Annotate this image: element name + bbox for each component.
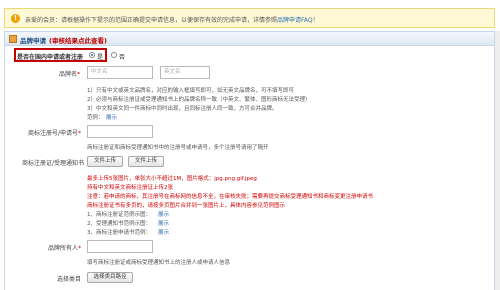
panel-header: 品牌申请 (审核结果点此查看): [5, 32, 494, 46]
brand-name-cn-input[interactable]: 中文名: [87, 66, 153, 79]
cert-example-3-label: 3、商标注册申请书范例：: [87, 230, 152, 236]
cert-label: 商标注册证/受理通知书: [22, 160, 85, 167]
brand-icon: [9, 35, 17, 43]
brand-name-hint-2: 2）必须与商标注册证或受理通知书上的品牌名称一致（中英文、繁体、图形商标无法受理…: [87, 97, 311, 103]
notice-bar: ! 亲爱的会员：请根据操作下提示的范围正确提交申请信息，以便保存有效的完成申请，…: [4, 8, 495, 28]
cert-example-2-link[interactable]: 展示: [158, 219, 169, 227]
domestic-yes-label: 是: [97, 54, 104, 61]
info-icon: !: [11, 14, 20, 23]
cert-hint-red-4: 商标注册证书有多页的，请按多页图片合并到一张图片上，具体内容参见范例图示: [87, 203, 286, 209]
reg-number-label: 商标注册号/申请号*: [27, 130, 81, 137]
reg-number-input[interactable]: [87, 125, 153, 138]
cert-example-1-link[interactable]: 展示: [158, 210, 169, 218]
domestic-no-radio[interactable]: [111, 52, 117, 58]
select-category-button[interactable]: 选择类目路径: [87, 272, 133, 283]
panel-title: 品牌申请: [20, 37, 46, 45]
brand-name-example-link[interactable]: 展示: [106, 113, 117, 121]
brand-name-hint-3: 3）中文和英文同一件商标中同时出现，且同标注册人同一致，方可合并品牌。: [87, 106, 278, 112]
cert-example-1-label: 1、商标注册证范例示图：: [87, 212, 152, 218]
brand-name-hint-1: 1）只有中文或英文品牌名，对应的输入框填写即可，如无英文品牌名，可不填写即可: [87, 88, 295, 94]
cert-hint-red-2: 持有中文和英文商标注册证上传2张: [87, 185, 174, 191]
cert-example-3-link[interactable]: 展示: [158, 228, 169, 236]
faq-link[interactable]: 品牌申请FAQ: [277, 17, 313, 24]
notice-text: 亲爱的会员：请根据操作下提示的范围正确提交申请信息，以便保存有效的完成申请，详情…: [25, 17, 319, 24]
domestic-no-label: 否: [119, 54, 126, 61]
domestic-yes-radio[interactable]: [89, 52, 95, 58]
cert-hint-red-1: 最多上传5张图片，单张大小不超过1M，图片格式：jpg.png.gif.jpeg: [87, 176, 257, 182]
cert-hint-red-3: 注意：若申请的商标，其注册号在商标网的信息不全，在审核失败；需要再提交商标受理通…: [87, 194, 374, 200]
brand-name-example-label: 范例：: [87, 115, 104, 121]
cert-example-2-label: 2、受理通知书范例示图：: [87, 221, 152, 227]
brand-name-label: 品牌名*: [58, 71, 80, 78]
owner-hint: 填写商标注册证或商标受理通知书上的注册人或申请人信息: [87, 260, 231, 266]
owner-label: 品牌所有人*: [47, 245, 81, 252]
reg-number-hint: 商标注册证和商标受理通知书中的注册号或申请号，多个注册号请用了隔开: [87, 145, 269, 151]
domestic-label: 是否在国内申请或者注册: [17, 54, 84, 61]
review-result-link[interactable]: (审核结果点此查看): [49, 35, 107, 45]
brand-name-en-input[interactable]: 英文名: [160, 66, 210, 79]
category-label: 选择类目: [56, 276, 81, 283]
scrollbar[interactable]: [495, 31, 500, 290]
cert-upload-button-2[interactable]: 文件上传: [128, 156, 164, 167]
owner-input[interactable]: [87, 240, 153, 253]
cert-upload-button-1[interactable]: 文件上传: [87, 156, 123, 167]
